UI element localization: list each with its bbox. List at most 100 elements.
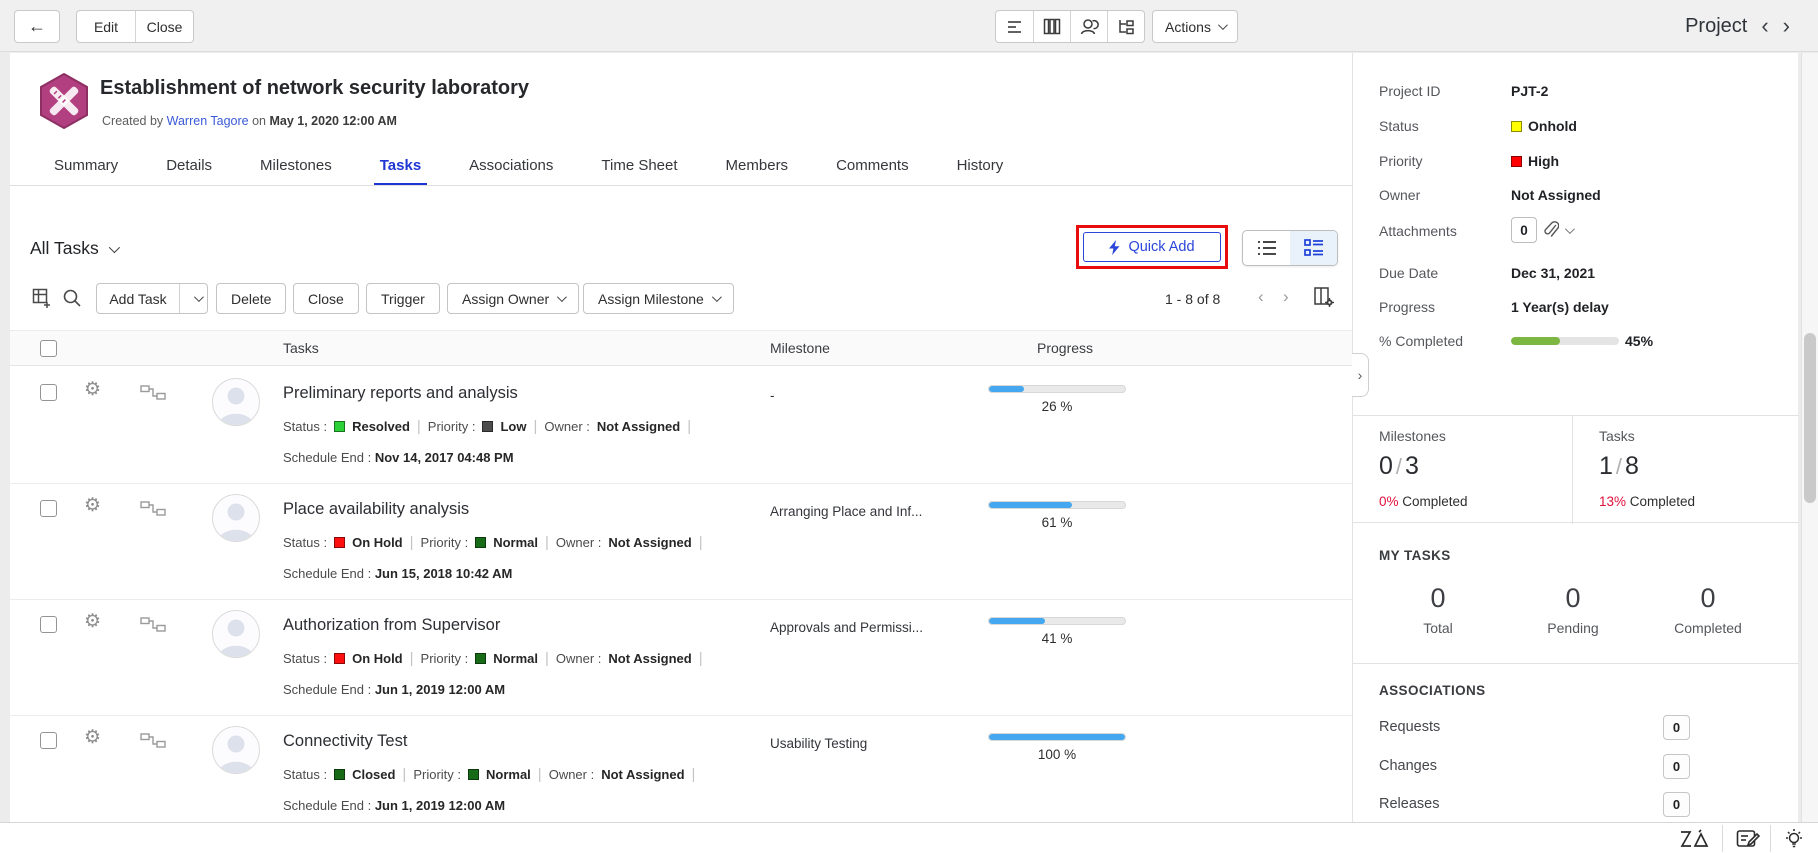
scrollbar-thumb[interactable]	[1804, 333, 1816, 503]
table-row: ⚙ Preliminary reports and analysis Statu…	[10, 368, 1352, 484]
row-checkbox[interactable]	[40, 384, 57, 401]
progress-label: 41 %	[988, 631, 1126, 646]
task-title[interactable]: Authorization from Supervisor	[283, 616, 500, 635]
select-all-checkbox[interactable]	[40, 340, 57, 357]
my-tasks-total: 0Total	[1398, 583, 1478, 636]
progress-bar	[988, 385, 1126, 393]
tab-summary[interactable]: Summary	[30, 145, 142, 186]
tab-members[interactable]: Members	[702, 145, 813, 186]
progress-label: 26 %	[988, 399, 1126, 414]
summary-panel: Milestones 0/3 0% Completed Tasks 1/8 13…	[1353, 415, 1799, 523]
vertical-scrollbar[interactable]	[1801, 53, 1818, 822]
priority-color-square	[482, 421, 493, 432]
changes-count-badge[interactable]: 0	[1663, 754, 1690, 779]
summary-list-icon[interactable]	[996, 11, 1033, 42]
my-tasks-completed: 0Completed	[1663, 583, 1753, 636]
edit-button[interactable]: Edit	[77, 11, 135, 42]
milestones-summary[interactable]: Milestones 0/3 0% Completed	[1353, 416, 1573, 524]
releases-count-badge[interactable]: 0	[1663, 792, 1690, 817]
dependency-tree-icon[interactable]	[1107, 11, 1144, 42]
tab-details[interactable]: Details	[142, 145, 236, 186]
column-settings-icon[interactable]	[1313, 286, 1335, 313]
tab-tasks[interactable]: Tasks	[356, 145, 445, 186]
members-icon[interactable]	[1070, 11, 1107, 42]
row-checkbox[interactable]	[40, 732, 57, 749]
close-button[interactable]: Close	[135, 11, 193, 42]
edit-close-group: Edit Close	[76, 10, 194, 43]
assign-owner-dropdown[interactable]: Assign Owner	[447, 283, 579, 314]
next-record-button[interactable]: ›	[1783, 15, 1790, 37]
dependency-icon[interactable]	[140, 385, 166, 400]
requests-count-badge[interactable]: 0	[1663, 715, 1690, 740]
dependency-icon[interactable]	[140, 733, 166, 748]
tab-history[interactable]: History	[933, 145, 1028, 186]
author-link[interactable]: Warren Tagore	[167, 114, 249, 128]
table-row: ⚙ Place availability analysis Status :On…	[10, 484, 1352, 600]
plain-list-view-button[interactable]	[1243, 231, 1290, 265]
prev-record-button[interactable]: ‹	[1761, 15, 1768, 37]
tab-milestones[interactable]: Milestones	[236, 145, 356, 186]
zia-assistant-icon[interactable]	[1672, 826, 1716, 851]
quick-add-button[interactable]: Quick Add	[1083, 232, 1221, 262]
priority-color-square	[1511, 156, 1522, 167]
row-checkbox[interactable]	[40, 616, 57, 633]
paperclip-icon[interactable]	[1543, 221, 1559, 239]
field-label: Priority	[1379, 153, 1423, 169]
attachment-count[interactable]: 0	[1511, 217, 1537, 243]
gear-icon[interactable]: ⚙	[84, 612, 101, 631]
lightbulb-icon[interactable]	[1772, 826, 1816, 851]
my-tasks-pending: 0Pending	[1533, 583, 1613, 636]
task-filter-dropdown[interactable]: All Tasks	[30, 238, 117, 259]
page-next-button[interactable]: ›	[1283, 287, 1289, 307]
list-view-toggle	[1242, 230, 1338, 266]
search-icon[interactable]	[62, 288, 82, 313]
gear-icon[interactable]: ⚙	[84, 728, 101, 747]
field-label: Progress	[1379, 299, 1435, 315]
delete-button[interactable]: Delete	[216, 283, 286, 314]
milestone-cell: Arranging Place and Inf...	[770, 504, 922, 519]
assign-milestone-dropdown[interactable]: Assign Milestone	[583, 283, 734, 314]
chevron-down-icon[interactable]	[1565, 224, 1575, 234]
task-meta: Status :On Hold | Priority :Normal | Own…	[283, 650, 703, 667]
kanban-view-icon[interactable]	[1033, 11, 1070, 42]
dependency-icon[interactable]	[140, 501, 166, 516]
main-content: Establishment of network security labora…	[10, 53, 1798, 822]
page-prev-button[interactable]: ‹	[1258, 287, 1264, 307]
table-row: ⚙ Connectivity Test Status :Closed | Pri…	[10, 716, 1352, 832]
status-color-square	[334, 537, 345, 548]
dependency-icon[interactable]	[140, 617, 166, 632]
trigger-button[interactable]: Trigger	[366, 283, 440, 314]
milestone-cell: Usability Testing	[770, 736, 867, 751]
progress-label: 100 %	[988, 747, 1126, 762]
tab-comments[interactable]: Comments	[812, 145, 933, 186]
task-title[interactable]: Preliminary reports and analysis	[283, 384, 518, 403]
detailed-list-view-button[interactable]	[1290, 231, 1337, 265]
actions-button[interactable]: Actions	[1152, 10, 1238, 43]
due-date-value: Dec 31, 2021	[1511, 265, 1595, 281]
tasks-summary[interactable]: Tasks 1/8 13% Completed	[1573, 416, 1799, 524]
gear-icon[interactable]: ⚙	[84, 380, 101, 399]
avatar	[212, 494, 260, 542]
schedule-end: Schedule End : Jun 15, 2018 10:42 AM	[283, 566, 512, 581]
row-checkbox[interactable]	[40, 500, 57, 517]
tab-time-sheet[interactable]: Time Sheet	[577, 145, 701, 186]
entity-navigator: Project ‹ ›	[1685, 0, 1790, 52]
close-task-button[interactable]: Close	[293, 283, 359, 314]
task-meta: Status :Closed | Priority :Normal | Owne…	[283, 766, 695, 783]
gear-icon[interactable]: ⚙	[84, 496, 101, 515]
add-task-button[interactable]: Add Task	[97, 291, 178, 307]
table-header: Tasks Milestone Progress	[10, 330, 1352, 366]
add-column-table-icon[interactable]	[32, 288, 52, 313]
details-sidebar: Project IDPJT-2 StatusOnhold PriorityHig…	[1353, 53, 1798, 822]
tab-associations[interactable]: Associations	[445, 145, 577, 186]
feedback-note-icon[interactable]	[1726, 826, 1770, 851]
task-title[interactable]: Place availability analysis	[283, 500, 469, 519]
tab-divider	[10, 185, 1352, 186]
task-title[interactable]: Connectivity Test	[283, 732, 407, 751]
project-owner-value: Not Assigned	[1511, 187, 1601, 203]
back-button[interactable]: ←	[14, 10, 60, 43]
milestone-cell: -	[770, 388, 775, 403]
add-task-dropdown[interactable]	[179, 284, 207, 313]
priority-color-square	[468, 769, 479, 780]
task-meta: Status :On Hold | Priority :Normal | Own…	[283, 534, 703, 551]
